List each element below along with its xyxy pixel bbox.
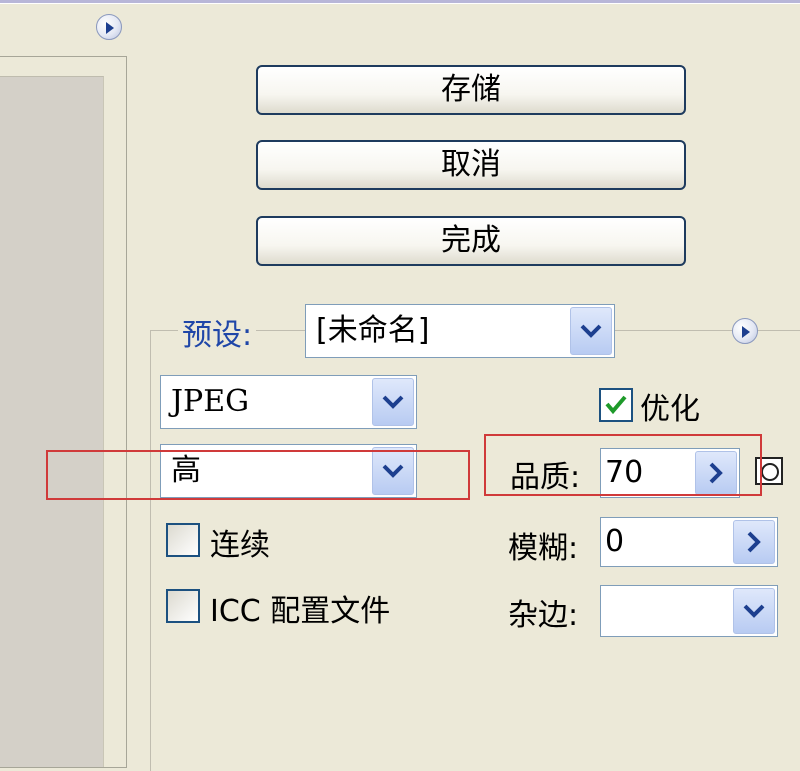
- cancel-button[interactable]: 取消: [256, 140, 686, 190]
- preset-dropdown-button[interactable]: [570, 307, 612, 355]
- icc-profile-checkbox[interactable]: [166, 589, 200, 623]
- progressive-checkbox[interactable]: [166, 523, 200, 557]
- highlight-box-quality-preset: [46, 450, 470, 500]
- progressive-label: 连续: [210, 528, 270, 563]
- save-button[interactable]: 存储: [256, 65, 686, 115]
- icc-profile-label: ICC 配置文件: [210, 594, 391, 629]
- format-select[interactable]: JPEG: [160, 375, 417, 429]
- preset-menu-button[interactable]: [732, 318, 758, 344]
- format-value: JPEG: [171, 384, 250, 419]
- blur-slider-button[interactable]: [733, 520, 775, 564]
- blur-value: 0: [605, 524, 625, 559]
- preview-menu-button[interactable]: [96, 14, 122, 40]
- optimize-label: 优化: [640, 392, 700, 427]
- done-button[interactable]: 完成: [256, 216, 686, 266]
- matte-select[interactable]: [600, 585, 778, 637]
- preset-label: 预设:: [178, 310, 257, 354]
- blur-input[interactable]: 0: [600, 517, 778, 567]
- highlight-box-quality: [484, 434, 762, 496]
- window-top-highlight: [0, 3, 800, 4]
- preview-area: [0, 76, 104, 767]
- blur-label: 模糊:: [508, 531, 579, 566]
- cancel-button-label: 取消: [441, 147, 501, 182]
- format-dropdown-button[interactable]: [372, 378, 414, 426]
- done-button-label: 完成: [441, 223, 501, 258]
- preset-select[interactable]: [未命名]: [305, 304, 615, 358]
- save-button-label: 存储: [441, 72, 501, 107]
- optimize-checkbox[interactable]: [599, 388, 633, 422]
- matte-dropdown-button[interactable]: [733, 588, 775, 634]
- matte-label: 杂边:: [508, 598, 579, 633]
- preset-value: [未命名]: [316, 313, 430, 348]
